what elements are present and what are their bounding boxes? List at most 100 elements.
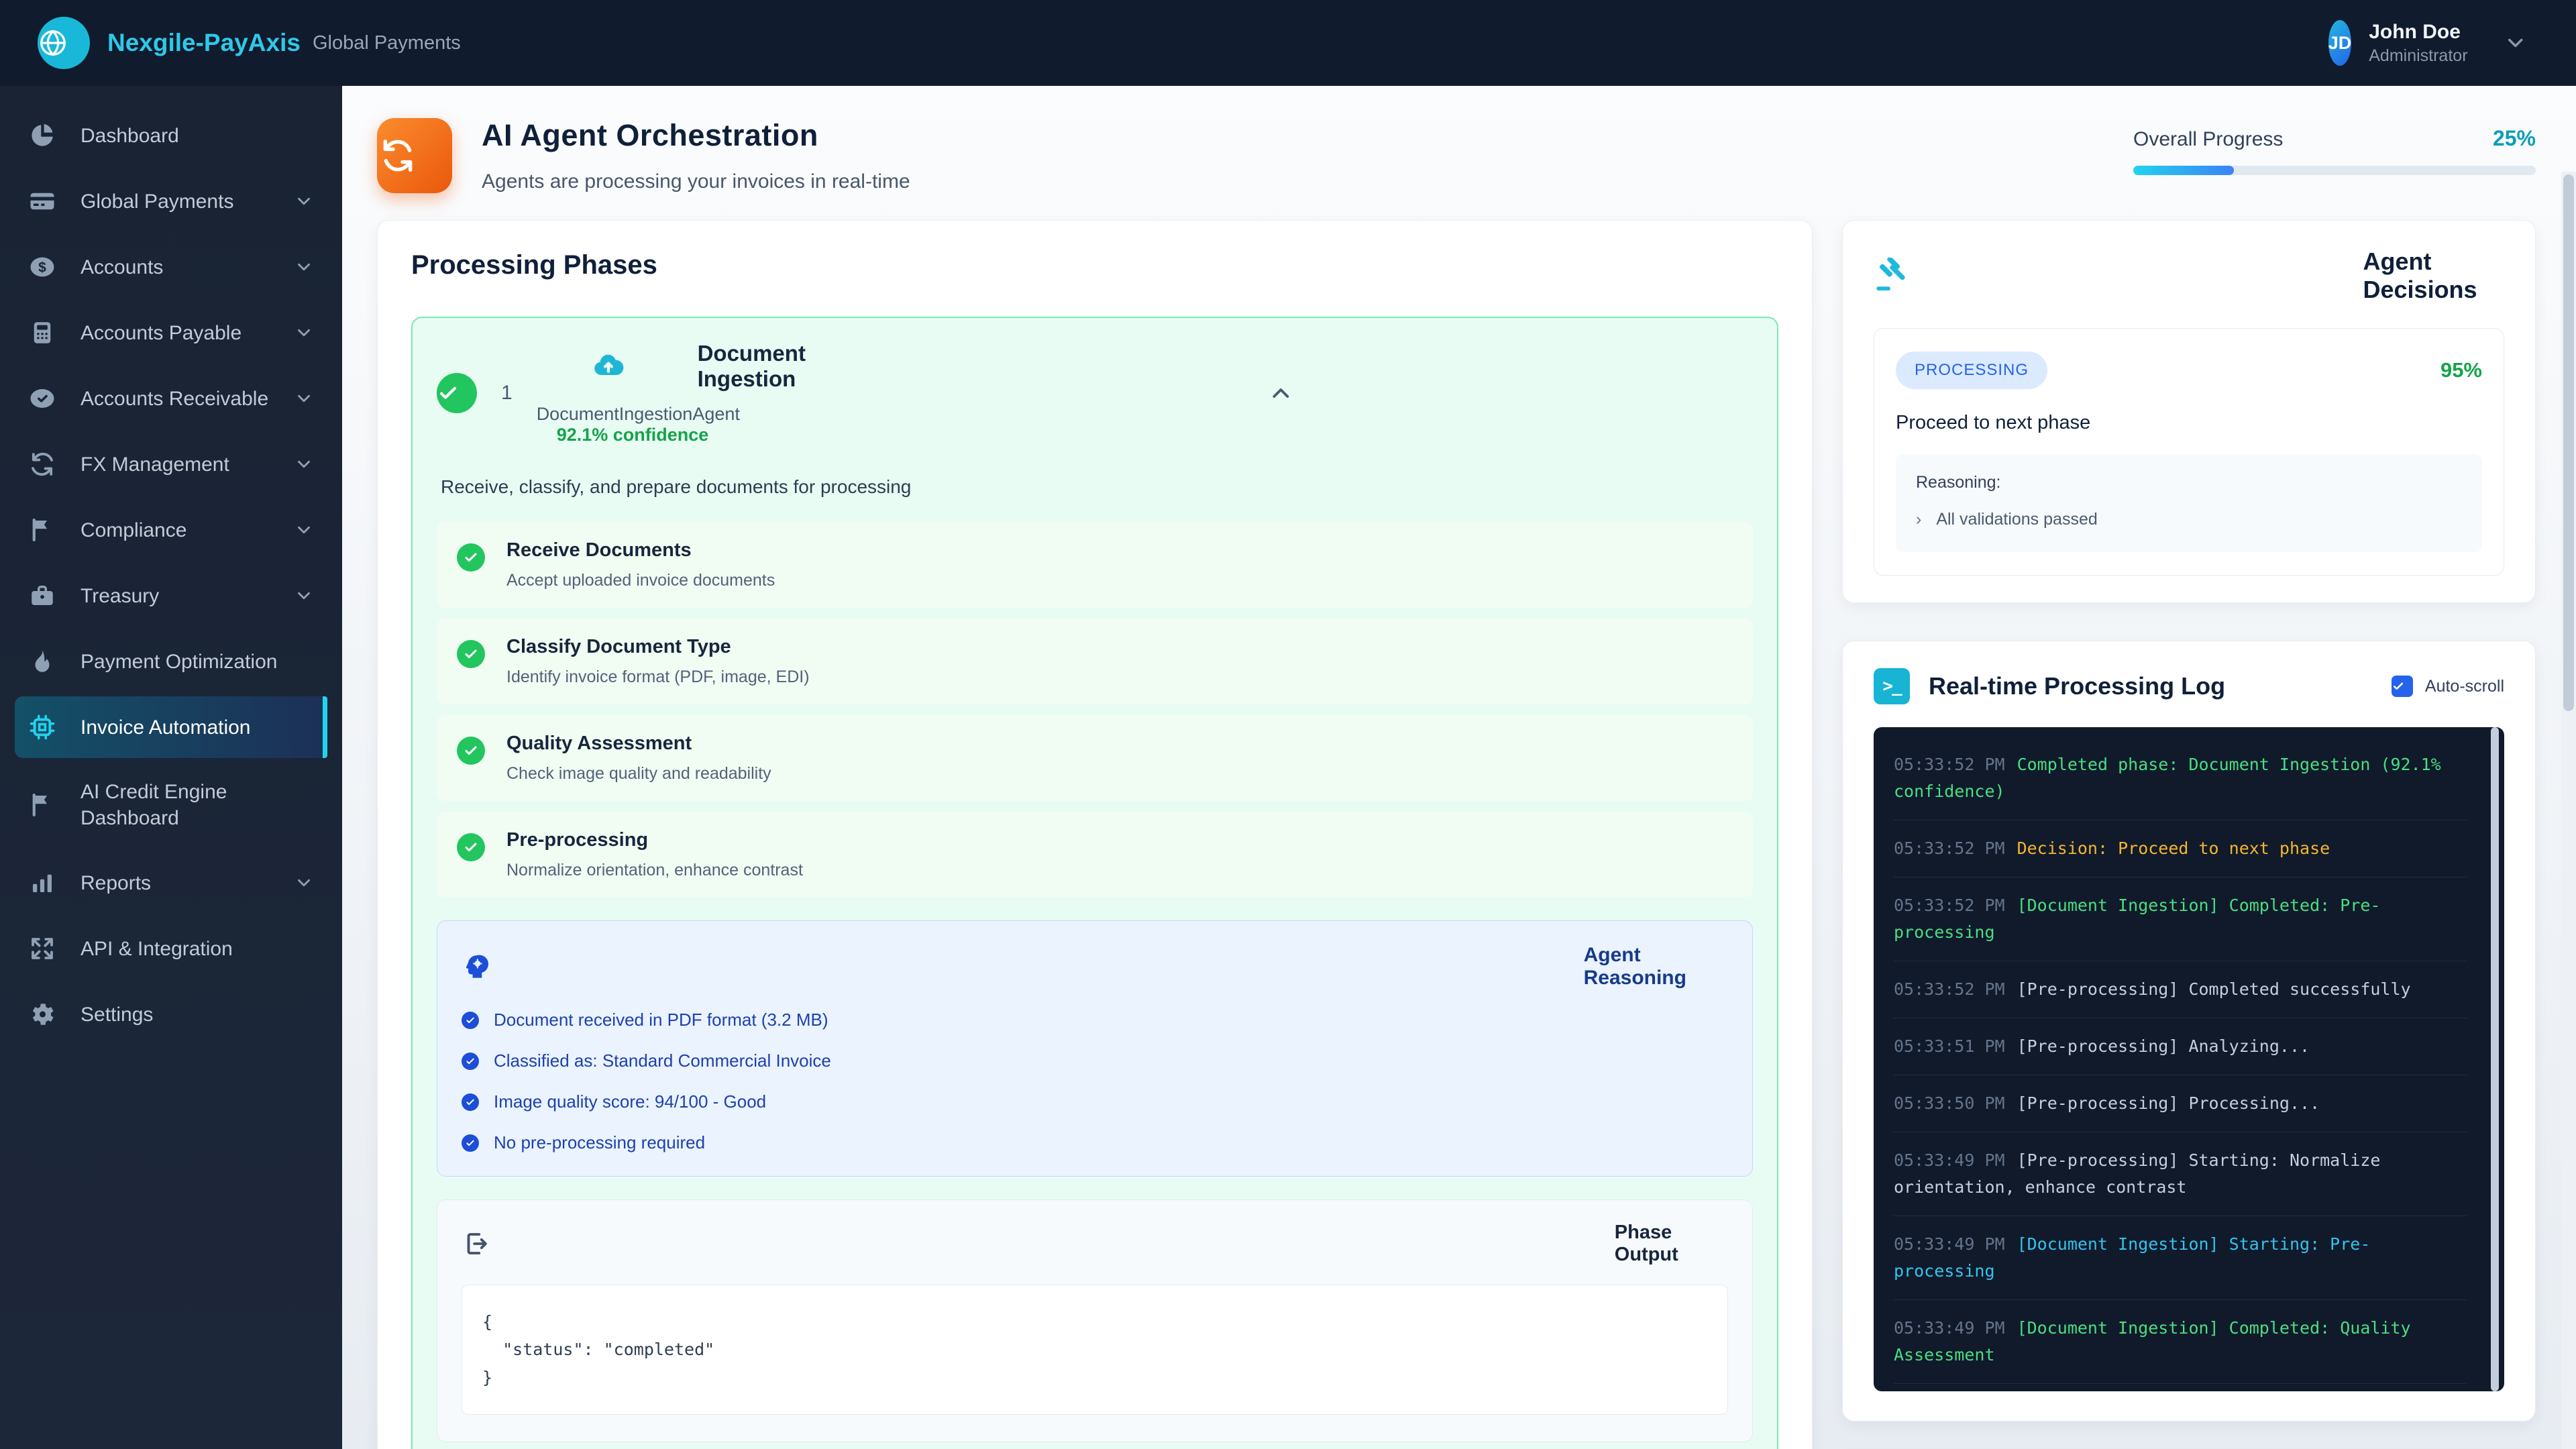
status-badge: PROCESSING	[1896, 352, 2047, 389]
page-header: AI Agent Orchestration Agents are proces…	[377, 118, 2536, 193]
chevron-down-icon[interactable]	[294, 323, 314, 343]
decisions-title: Agent Decisions	[2363, 248, 2505, 304]
bullet-chevron-icon: ›	[1916, 510, 1921, 529]
log-timestamp: 05:33:52 PM	[1894, 755, 2005, 774]
log-message: [Pre-processing] Processing...	[2017, 1093, 2320, 1113]
log-timestamp: 05:33:51 PM	[1894, 1036, 2005, 1056]
log-entry: 05:33:49 PM[Quality Assessment] Complete…	[1894, 1384, 2467, 1391]
terminal-icon: >_	[1874, 668, 1910, 704]
pie-chart-icon	[28, 121, 56, 150]
sidebar-item-ai-credit-engine-dashboard[interactable]: AI Credit Engine Dashboard	[15, 762, 327, 848]
phase-title: Document Ingestion	[698, 341, 810, 392]
sidebar-item-label: Treasury	[80, 583, 159, 609]
svg-text:$: $	[38, 260, 46, 275]
agent-name: DocumentIngestionAgent	[537, 404, 740, 424]
check-circle-icon	[462, 1012, 479, 1029]
check-circle-icon	[462, 1134, 479, 1152]
credit-card-icon	[28, 187, 56, 215]
orchestration-icon-badge	[377, 118, 452, 193]
sidebar-item-api-integration[interactable]: API & Integration	[15, 918, 327, 979]
log-message: [Pre-processing] Completed successfully	[2017, 979, 2411, 999]
log-timestamp: 05:33:49 PM	[1894, 1150, 2005, 1170]
phase-output-box: Phase Output { "status": "completed" }	[437, 1199, 1753, 1442]
chevron-down-icon[interactable]	[294, 454, 314, 474]
chevron-down-icon[interactable]	[294, 257, 314, 277]
brand-logo	[38, 17, 90, 69]
chevron-down-icon[interactable]	[294, 873, 314, 893]
sidebar-item-accounts[interactable]: $Accounts	[15, 236, 327, 298]
sidebar-item-dashboard[interactable]: Dashboard	[15, 105, 327, 166]
phase-output-title: Phase Output	[1615, 1222, 1728, 1266]
log-terminal[interactable]: 05:33:52 PMCompleted phase: Document Ing…	[1874, 727, 2504, 1391]
avatar[interactable]: JD	[2328, 20, 2352, 66]
phase-steps: Receive Documents Accept uploaded invoice…	[437, 522, 1753, 898]
processing-log-card: >_ Real-time Processing Log Auto-scroll …	[1842, 641, 2536, 1421]
sync-icon	[377, 135, 452, 176]
step-check-icon	[457, 543, 485, 572]
step-title: Pre-processing	[506, 829, 803, 851]
fx-arrows-icon	[28, 450, 56, 478]
arrows-out-icon	[28, 934, 56, 963]
sidebar-item-reports[interactable]: Reports	[15, 852, 327, 914]
page-scrollbar[interactable]	[2561, 172, 2576, 1449]
phases-section-title: Processing Phases	[411, 250, 1778, 280]
log-entry: 05:33:51 PM[Pre-processing] Analyzing...	[1894, 1018, 2467, 1075]
calculator-icon	[28, 319, 56, 347]
sidebar-item-accounts-payable[interactable]: Accounts Payable	[15, 302, 327, 364]
step-title: Receive Documents	[506, 539, 775, 561]
phase-header[interactable]: 1 Document Ingestion DocumentIngestionAg…	[437, 341, 1753, 445]
log-timestamp: 05:33:49 PM	[1894, 1234, 2005, 1254]
autoscroll-toggle[interactable]: Auto-scroll	[2392, 676, 2504, 697]
chevron-down-icon[interactable]	[294, 388, 314, 409]
log-entry: 05:33:52 PMDecision: Proceed to next pha…	[1894, 820, 2467, 877]
decision-reasoning-item: ›All validations passed	[1916, 510, 2462, 529]
page-scrollbar-thumb[interactable]	[2563, 174, 2574, 711]
sidebar-item-payment-optimization[interactable]: Payment Optimization	[15, 631, 327, 692]
autoscroll-label: Auto-scroll	[2425, 677, 2504, 696]
autoscroll-checkbox[interactable]	[2392, 676, 2413, 697]
chevron-down-icon[interactable]	[294, 586, 314, 606]
agent-decisions-card: Agent Decisions PROCESSING 95% Proceed t…	[1842, 220, 2536, 603]
sidebar-item-accounts-receivable[interactable]: Accounts Receivable	[15, 368, 327, 429]
log-timestamp: 05:33:49 PM	[1894, 1318, 2005, 1338]
chevron-down-icon[interactable]	[294, 191, 314, 211]
terminal-scrollbar[interactable]	[2491, 727, 2499, 1391]
phase-number: 1	[501, 382, 513, 405]
processing-phases-card: Processing Phases 1 Document Ingestion	[377, 220, 1813, 1449]
decision-text: Proceed to next phase	[1896, 412, 2482, 434]
phase-step: Quality AssessmentCheck image quality an…	[437, 715, 1753, 801]
chevron-up-icon[interactable]	[809, 380, 1753, 407]
brand-suffix: Global Payments	[313, 32, 461, 54]
sidebar-item-invoice-automation[interactable]: Invoice Automation	[15, 696, 327, 758]
step-description: Normalize orientation, enhance contrast	[506, 861, 803, 880]
flag-icon	[28, 516, 56, 544]
gear-icon	[28, 1000, 56, 1028]
sidebar-item-label: API & Integration	[80, 936, 233, 962]
sidebar-item-treasury[interactable]: Treasury	[15, 565, 327, 627]
confidence-value: 92.1% confidence	[557, 425, 709, 445]
step-check-icon	[457, 833, 485, 861]
step-title: Quality Assessment	[506, 733, 771, 755]
phase-step: Pre-processing Normalize orientation, enh…	[437, 812, 1753, 898]
phase-output-code: { "status": "completed" }	[462, 1285, 1728, 1415]
flame-icon	[28, 647, 56, 676]
sidebar-item-global-payments[interactable]: Global Payments	[15, 170, 327, 232]
step-description: Identify invoice format (PDF, image, EDI…	[506, 667, 810, 687]
step-title: Classify Document Type	[506, 636, 810, 658]
decision-confidence: 95%	[2440, 358, 2482, 382]
briefcase-icon	[28, 582, 56, 610]
phase-document-ingestion: 1 Document Ingestion DocumentIngestionAg…	[411, 317, 1778, 1449]
sidebar-item-label: Reports	[80, 870, 151, 896]
step-description: Accept uploaded invoice documents	[506, 571, 775, 590]
user-menu[interactable]: JD John Doe Administrator	[2328, 20, 2538, 66]
sidebar-item-fx-management[interactable]: FX Management	[15, 433, 327, 495]
globe-icon	[38, 28, 90, 58]
sidebar-item-compliance[interactable]: Compliance	[15, 499, 327, 561]
sidebar-item-settings[interactable]: Settings	[15, 983, 327, 1045]
reasoning-item: Document received in PDF format (3.2 MB)	[462, 1010, 1728, 1030]
sidebar-item-label: Dashboard	[80, 123, 179, 149]
chevron-down-icon[interactable]	[2492, 31, 2538, 55]
export-icon	[462, 1230, 1599, 1258]
user-role: Administrator	[2369, 46, 2467, 66]
chevron-down-icon[interactable]	[294, 520, 314, 540]
